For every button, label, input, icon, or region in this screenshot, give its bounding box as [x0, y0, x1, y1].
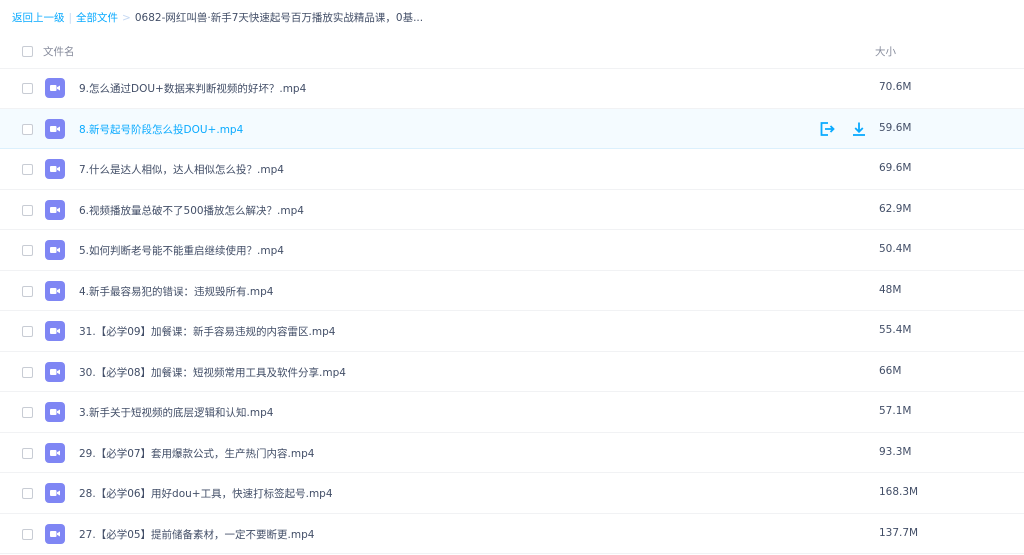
- download-icon[interactable]: [850, 120, 868, 138]
- file-size: 62.9M: [879, 202, 912, 215]
- file-row[interactable]: 28.【必学06】用好dou+工具，快速打标签起号.mp4 168.3M: [0, 473, 1024, 514]
- file-row[interactable]: 27.【必学05】提前储备素材，一定不要断更.mp4 137.7M: [0, 514, 1024, 554]
- file-size: 70.6M: [879, 81, 912, 93]
- file-size: 50.4M: [879, 243, 912, 255]
- file-list: 9.怎么通过DOU+数据来判断视频的好坏？.mp4 70.6M 8.新号起号阶段怎么…: [0, 68, 1024, 554]
- file-row[interactable]: 6.视频播放量总破不了500播放怎么解决？.mp4 62.9M: [0, 190, 1024, 230]
- row-checkbox[interactable]: [22, 326, 33, 337]
- file-size: 168.3M: [879, 486, 919, 498]
- column-header-size[interactable]: 大小: [875, 44, 896, 59]
- row-checkbox[interactable]: [22, 366, 33, 378]
- file-name[interactable]: 4.新手最容易犯的错误：违规毁所有.mp4: [79, 284, 273, 299]
- file-name[interactable]: 3.新手关于短视频的底层逻辑和认知.mp4: [79, 405, 273, 420]
- column-header-name[interactable]: 文件名: [43, 44, 75, 59]
- file-name[interactable]: 9.怎么通过DOU+数据来判断视频的好坏？.mp4: [79, 81, 306, 96]
- all-files-link[interactable]: 全部文件: [76, 12, 118, 24]
- video-file-icon: [45, 159, 65, 179]
- video-file-icon: [45, 199, 65, 220]
- video-file-icon: [45, 321, 65, 341]
- video-file-icon: [45, 78, 65, 98]
- row-checkbox[interactable]: [22, 204, 33, 216]
- file-size: 69.6M: [879, 162, 912, 174]
- file-name[interactable]: 27.【必学05】提前储备素材，一定不要断更.mp4: [79, 527, 314, 542]
- row-checkbox[interactable]: [22, 528, 33, 540]
- row-checkbox[interactable]: [22, 83, 33, 94]
- file-row[interactable]: 29.【必学07】套用爆款公式，生产热门内容.mp4 93.3M: [0, 433, 1024, 473]
- video-file-icon: [45, 280, 65, 301]
- file-size: 59.6M: [879, 121, 912, 134]
- file-row[interactable]: 9.怎么通过DOU+数据来判断视频的好坏？.mp4 70.6M: [0, 68, 1024, 109]
- row-checkbox[interactable]: [22, 245, 33, 256]
- file-name[interactable]: 31.【必学09】加餐课：新手容易违规的内容雷区.mp4: [79, 324, 335, 339]
- file-size: 57.1M: [879, 405, 912, 417]
- video-file-icon: [45, 361, 65, 382]
- row-checkbox[interactable]: [22, 285, 33, 297]
- file-row[interactable]: 8.新号起号阶段怎么投DOU+.mp4 59.6M: [0, 108, 1024, 149]
- row-checkbox[interactable]: [22, 123, 33, 135]
- file-row[interactable]: 31.【必学09】加餐课：新手容易违规的内容雷区.mp4 55.4M: [0, 311, 1024, 352]
- video-file-icon: [45, 118, 65, 139]
- video-file-icon: [45, 402, 65, 422]
- video-file-icon: [45, 523, 65, 544]
- breadcrumb-current: 0682-网红叫兽·新手7天快速起号百万播放实战精品课，0基...: [134, 12, 424, 24]
- video-file-icon: [45, 442, 65, 463]
- file-name[interactable]: 28.【必学06】用好dou+工具，快速打标签起号.mp4: [79, 486, 333, 501]
- share-icon[interactable]: [818, 120, 836, 138]
- file-name[interactable]: 7.什么是达人相似，达人相似怎么投？.mp4: [79, 162, 284, 177]
- video-file-icon: [45, 483, 65, 503]
- breadcrumb: 返回上一级 | 全部文件 >0682-网红叫兽·新手7天快速起号百万播放实战精品课，0…: [12, 10, 423, 26]
- video-file-icon: [45, 240, 65, 260]
- file-name[interactable]: 6.视频播放量总破不了500播放怎么解决？.mp4: [79, 203, 304, 218]
- back-link[interactable]: 返回上一级: [12, 12, 65, 24]
- file-name[interactable]: 30.【必学08】加餐课：短视频常用工具及软件分享.mp4: [79, 365, 346, 380]
- row-checkbox[interactable]: [22, 164, 33, 175]
- row-checkbox[interactable]: [22, 488, 33, 499]
- file-size: 93.3M: [879, 445, 912, 458]
- file-row[interactable]: 3.新手关于短视频的底层逻辑和认知.mp4 57.1M: [0, 392, 1024, 433]
- table-header: 文件名 大小: [0, 34, 1024, 69]
- breadcrumb-arrow: >: [122, 12, 131, 24]
- file-row[interactable]: 7.什么是达人相似，达人相似怎么投？.mp4 69.6M: [0, 149, 1024, 190]
- file-size: 137.7M: [879, 526, 919, 539]
- file-name[interactable]: 29.【必学07】套用爆款公式，生产热门内容.mp4: [79, 446, 314, 461]
- file-row[interactable]: 4.新手最容易犯的错误：违规毁所有.mp4 48M: [0, 271, 1024, 311]
- breadcrumb-separator: |: [68, 12, 73, 24]
- file-size: 48M: [879, 283, 902, 296]
- file-name[interactable]: 8.新号起号阶段怎么投DOU+.mp4: [79, 122, 243, 137]
- select-all-checkbox[interactable]: [22, 46, 33, 57]
- file-row[interactable]: 30.【必学08】加餐课：短视频常用工具及软件分享.mp4 66M: [0, 352, 1024, 392]
- file-row[interactable]: 5.如何判断老号能不能重启继续使用？.mp4 50.4M: [0, 230, 1024, 271]
- row-checkbox[interactable]: [22, 407, 33, 418]
- file-size: 55.4M: [879, 324, 912, 336]
- row-checkbox[interactable]: [22, 447, 33, 459]
- file-name[interactable]: 5.如何判断老号能不能重启继续使用？.mp4: [79, 243, 284, 258]
- file-size: 66M: [879, 364, 902, 377]
